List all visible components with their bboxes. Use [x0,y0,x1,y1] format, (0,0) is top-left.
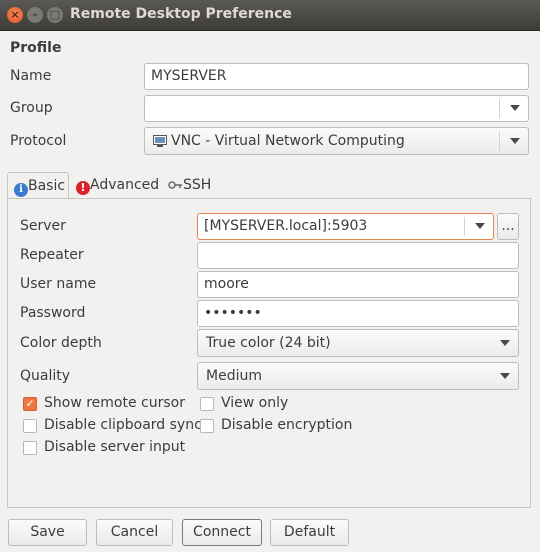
view-only-checkbox[interactable] [200,397,214,411]
disable-clipboard-sync-label[interactable]: Disable clipboard sync [44,417,202,433]
cancel-button[interactable]: Cancel [96,519,173,546]
warning-icon: ! [76,181,90,195]
server-combo[interactable]: [MYSERVER.local]:5903 [197,213,494,240]
tab-advanced[interactable]: ! Advanced [76,172,159,198]
disable-encryption-label[interactable]: Disable encryption [221,417,352,433]
server-combo-separator [464,217,465,236]
server-value: [MYSERVER.local]:5903 [204,218,368,234]
protocol-combo-separator [499,131,500,151]
colordepth-value: True color (24 bit) [206,335,331,351]
window-title: Remote Desktop Preference [70,6,292,22]
disable-server-input-checkbox[interactable] [23,441,37,455]
group-combo-separator [499,99,500,118]
group-label: Group [10,100,53,116]
group-combo[interactable] [144,95,529,122]
quality-label: Quality [20,368,71,384]
name-label: Name [10,68,52,84]
tab-basic[interactable]: i Basic [7,172,69,198]
title-bar: × – □ Remote Desktop Preference [0,0,540,31]
close-icon[interactable]: × [7,7,23,23]
key-icon [168,174,183,200]
disable-encryption-checkbox[interactable] [200,419,214,433]
quality-combo[interactable]: Medium [197,362,519,390]
minimize-icon[interactable]: – [27,7,43,23]
protocol-combo[interactable]: VNC - Virtual Network Computing [144,127,529,155]
disable-clipboard-sync-checkbox[interactable] [23,419,37,433]
username-label: User name [20,276,97,292]
chevron-down-icon[interactable] [475,223,485,229]
chevron-down-icon[interactable] [500,373,510,379]
colordepth-combo[interactable]: True color (24 bit) [197,329,519,357]
connect-button[interactable]: Connect [182,519,262,546]
info-icon: i [14,183,28,197]
quality-value: Medium [206,368,262,384]
password-field[interactable]: ••••••• [197,300,519,327]
show-remote-cursor-checkbox[interactable]: ✓ [23,397,37,411]
tab-ssh-label: SSH [183,177,212,193]
default-button[interactable]: Default [270,519,349,546]
name-field[interactable]: MYSERVER [144,63,529,90]
protocol-value: VNC - Virtual Network Computing [171,133,405,149]
password-label: Password [20,305,86,321]
vnc-protocol-icon [153,131,167,157]
tab-ssh[interactable]: SSH [168,172,211,198]
tab-advanced-label: Advanced [90,177,160,193]
disable-server-input-label[interactable]: Disable server input [44,439,185,455]
tab-basic-label: Basic [28,178,66,194]
chevron-down-icon[interactable] [510,138,520,144]
chevron-down-icon[interactable] [510,105,520,111]
server-browse-button[interactable]: ... [497,213,519,240]
colordepth-label: Color depth [20,335,102,351]
show-remote-cursor-label[interactable]: Show remote cursor [44,395,185,411]
chevron-down-icon[interactable] [500,340,510,346]
repeater-label: Repeater [20,247,84,263]
save-button[interactable]: Save [8,519,87,546]
view-only-label[interactable]: View only [221,395,288,411]
profile-heading: Profile [10,40,62,56]
username-field[interactable]: moore [197,271,519,298]
repeater-field[interactable] [197,242,519,269]
server-label: Server [20,218,66,234]
protocol-label: Protocol [10,133,67,149]
maximize-icon[interactable]: □ [47,7,63,23]
